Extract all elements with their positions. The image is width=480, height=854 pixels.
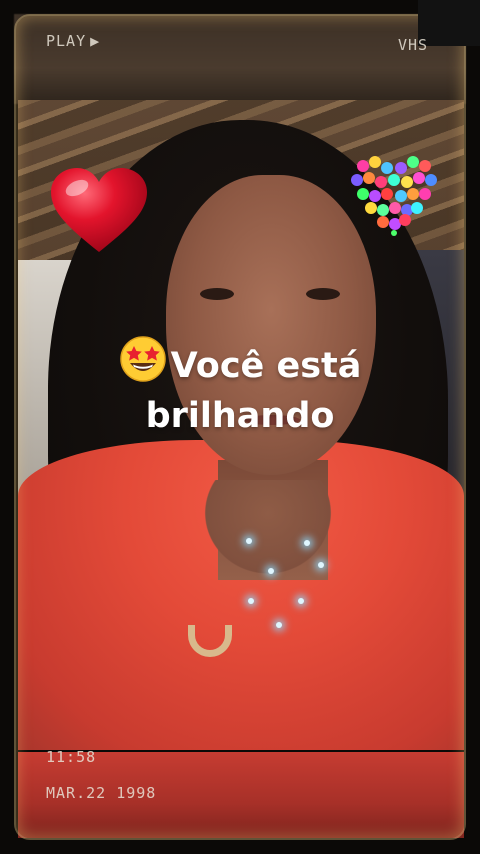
star-struck-emoji-icon (119, 336, 166, 382)
red-heart-icon (51, 168, 147, 252)
vhs-time: 11:58 (46, 748, 97, 766)
vhs-format-label: VHS (398, 36, 429, 54)
vhs-date: MAR.22 1998 (46, 784, 157, 802)
video-frame: PLAY ▶ VHS 11:58 MAR.22 1998 Você está b… (0, 0, 480, 854)
caption-line-1: Você está (60, 335, 420, 391)
multicolor-heart-icon (351, 156, 437, 236)
play-label: PLAY (46, 32, 87, 50)
play-icon: ▶ (90, 32, 101, 50)
caption-line-2: brilhando (145, 396, 335, 436)
caption-line-1-text: Você está (170, 346, 362, 386)
caption-text: Você está brilhando (60, 335, 420, 441)
vhs-play-indicator: PLAY ▶ (46, 32, 100, 50)
